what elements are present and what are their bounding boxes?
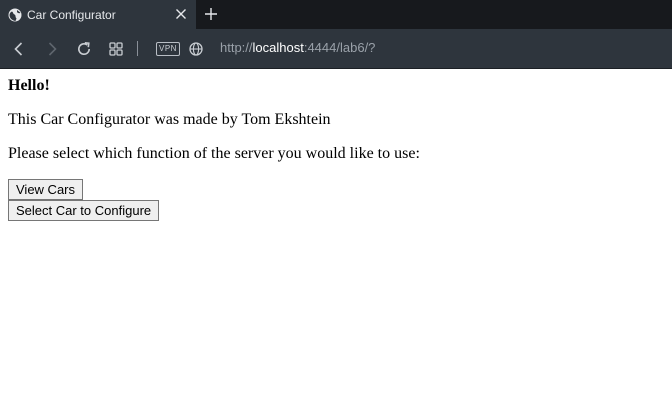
plus-icon[interactable] [203, 6, 219, 22]
tab-title: Car Configurator [27, 7, 116, 22]
url-suffix: :4444/lab6/? [303, 40, 376, 55]
reload-icon[interactable] [75, 40, 93, 58]
tab-car-configurator[interactable]: Car Configurator [0, 0, 196, 29]
tab-strip: Car Configurator [0, 0, 672, 29]
address-bar[interactable]: http://localhost:4444/lab6/? [220, 40, 375, 55]
grid-icon[interactable] [107, 40, 125, 58]
toolbar-separator [137, 41, 138, 56]
globe-icon[interactable] [187, 40, 205, 58]
globe-icon [8, 8, 22, 21]
browser-window: Car Configurator VPN http://localhost:44… [0, 0, 672, 405]
toolbar: VPN http://localhost:4444/lab6/? [0, 29, 672, 69]
url-host: localhost [252, 40, 304, 55]
close-icon[interactable] [174, 7, 188, 21]
chevron-left-icon[interactable] [10, 40, 28, 58]
page-content: Hello! This Car Configurator was made by… [0, 69, 672, 405]
content-body: Hello! This Car Configurator was made by… [8, 77, 420, 221]
url-prefix: http:// [220, 40, 253, 55]
instruction-text: Please select which function of the serv… [8, 145, 420, 162]
chevron-right-icon[interactable] [43, 40, 61, 58]
author-line: This Car Configurator was made by Tom Ek… [8, 111, 331, 128]
view-cars-button[interactable]: View Cars [8, 179, 84, 200]
vpn-badge[interactable]: VPN [156, 42, 180, 56]
greeting-heading: Hello! [8, 77, 50, 94]
select-car-button[interactable]: Select Car to Configure [8, 200, 160, 221]
